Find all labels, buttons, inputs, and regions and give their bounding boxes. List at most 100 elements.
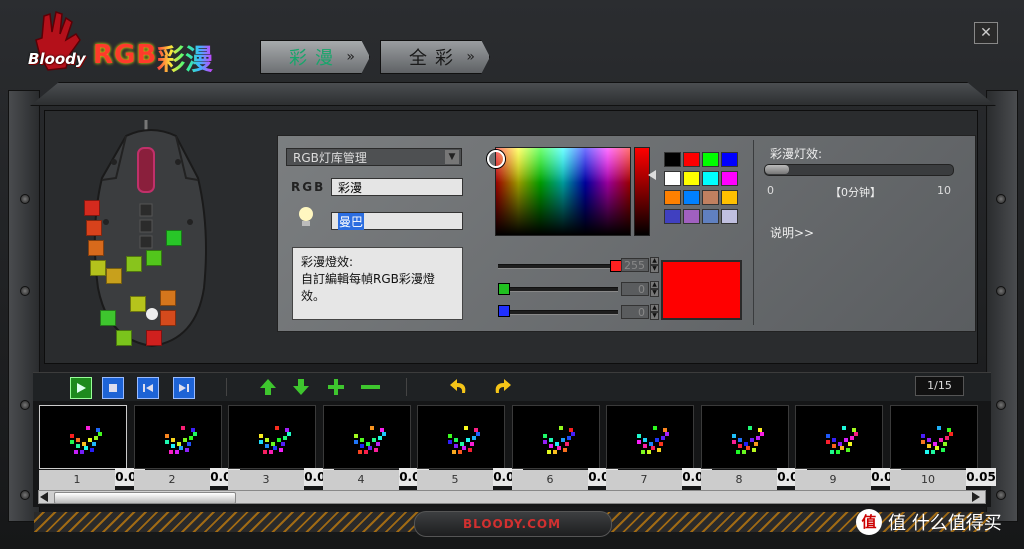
red-slider-track[interactable] <box>498 264 618 269</box>
first-frame-button[interactable] <box>137 377 159 399</box>
arrow-down-icon[interactable]: ▼ <box>650 289 659 297</box>
palette-swatch[interactable] <box>702 209 719 224</box>
frame-thumbnail[interactable] <box>701 405 789 469</box>
add-frame-button[interactable] <box>326 377 346 397</box>
palette-swatch[interactable] <box>702 171 719 186</box>
arrow-up-icon[interactable]: ▲ <box>650 304 659 312</box>
red-spinner[interactable]: ▲ ▼ <box>650 257 659 273</box>
palette-swatch[interactable] <box>683 152 700 167</box>
palette-swatch[interactable] <box>664 171 681 186</box>
scroll-left-icon[interactable] <box>40 492 48 502</box>
led-key[interactable] <box>126 256 142 272</box>
arrow-up-icon[interactable]: ▲ <box>650 257 659 265</box>
led-key[interactable] <box>166 230 182 246</box>
led-key[interactable] <box>100 310 116 326</box>
blue-value[interactable]: 0 <box>621 305 649 319</box>
led-key[interactable] <box>130 296 146 312</box>
led-key[interactable] <box>146 250 162 266</box>
palette-swatch[interactable] <box>664 209 681 224</box>
frame-led-dot <box>748 426 752 430</box>
led-key[interactable] <box>160 290 176 306</box>
frame-led-dot <box>165 440 169 444</box>
frame-thumbnail[interactable] <box>417 405 505 469</box>
green-slider-track[interactable] <box>498 287 618 292</box>
led-key[interactable] <box>86 220 102 236</box>
led-key[interactable] <box>160 310 176 326</box>
undo-button[interactable] <box>449 377 469 397</box>
led-key[interactable] <box>146 330 162 346</box>
led-key[interactable] <box>84 200 100 216</box>
editor-divider <box>753 140 754 325</box>
arrow-down-icon[interactable]: ▼ <box>650 265 659 273</box>
frame-led-dot <box>569 428 573 432</box>
frame-thumbnail[interactable] <box>512 405 600 469</box>
palette-swatch[interactable] <box>683 171 700 186</box>
preset-name-field[interactable]: 曼巴 <box>331 212 463 230</box>
frame-number: 2 <box>134 470 210 490</box>
frame-led-dot <box>448 434 452 438</box>
description-text: 自訂編輯每幀RGB彩漫燈效。 <box>301 272 435 303</box>
palette-swatch[interactable] <box>702 152 719 167</box>
frame-led-dot <box>925 450 929 454</box>
frame-thumbnail[interactable] <box>606 405 694 469</box>
palette-swatch[interactable] <box>721 152 738 167</box>
brightness-bar[interactable] <box>634 147 650 236</box>
frame-thumbnail[interactable] <box>39 405 127 469</box>
green-slider-knob[interactable] <box>498 283 510 295</box>
blue-slider-knob[interactable] <box>498 305 510 317</box>
arrow-up-icon[interactable]: ▲ <box>650 281 659 289</box>
frame-led-dot <box>84 446 88 450</box>
preset-name-value: 曼巴 <box>338 212 365 230</box>
frame-thumbnail[interactable] <box>134 405 222 469</box>
led-key[interactable] <box>88 240 104 256</box>
palette-swatch[interactable] <box>702 190 719 205</box>
close-button[interactable]: ✕ <box>974 22 998 44</box>
frame-led-dot <box>643 444 647 448</box>
scrollbar-thumb[interactable] <box>54 492 236 504</box>
blue-spinner[interactable]: ▲ ▼ <box>650 304 659 320</box>
tab-label: 彩漫 <box>289 48 341 69</box>
frame-led-dot <box>193 432 197 436</box>
led-key[interactable] <box>106 268 122 284</box>
move-up-button[interactable] <box>258 377 278 397</box>
move-down-button[interactable] <box>291 377 311 397</box>
palette-swatch[interactable] <box>683 190 700 205</box>
color-spectrum[interactable] <box>495 147 631 236</box>
blue-slider-track[interactable] <box>498 310 618 315</box>
led-key[interactable] <box>90 260 106 276</box>
frame-thumbnail[interactable] <box>228 405 316 469</box>
library-dropdown[interactable]: RGB灯库管理 ▼ <box>286 148 462 166</box>
palette-swatch[interactable] <box>721 209 738 224</box>
arrow-down-icon[interactable]: ▼ <box>650 312 659 320</box>
frame-led-dot <box>738 444 742 448</box>
effect-slider-track[interactable] <box>764 164 954 176</box>
last-frame-button[interactable] <box>173 377 195 399</box>
brightness-pointer-icon[interactable] <box>648 170 656 180</box>
play-button[interactable] <box>70 377 92 399</box>
red-value[interactable]: 255 <box>621 258 649 272</box>
frame-led-dot <box>850 436 854 440</box>
frame-thumbnail[interactable] <box>795 405 883 469</box>
rgb-name-field[interactable]: 彩漫 <box>331 178 463 196</box>
frame-led-dot <box>287 432 291 436</box>
stop-button[interactable] <box>102 377 124 399</box>
green-spinner[interactable]: ▲ ▼ <box>650 281 659 297</box>
effect-slider-knob[interactable] <box>765 165 789 174</box>
led-key[interactable] <box>116 330 132 346</box>
palette-swatch[interactable] <box>664 152 681 167</box>
palette-swatch[interactable] <box>664 190 681 205</box>
frame-thumbnail[interactable] <box>890 405 978 469</box>
remove-frame-button[interactable] <box>360 377 380 397</box>
frame-thumbnail[interactable] <box>323 405 411 469</box>
explain-link[interactable]: 说明>> <box>770 224 814 241</box>
green-value[interactable]: 0 <box>621 282 649 296</box>
palette-swatch[interactable] <box>683 209 700 224</box>
tab-full-color[interactable]: 全彩 » <box>380 40 490 74</box>
tab-rgb-effects[interactable]: 彩漫 » <box>260 40 370 74</box>
scroll-right-icon[interactable] <box>972 492 980 502</box>
palette-swatch[interactable] <box>721 171 738 186</box>
palette-swatch[interactable] <box>721 190 738 205</box>
frame-delay[interactable]: 0.05 <box>966 468 996 486</box>
footer-site-link[interactable]: BLOODY.COM <box>414 517 610 531</box>
redo-button[interactable] <box>492 377 512 397</box>
